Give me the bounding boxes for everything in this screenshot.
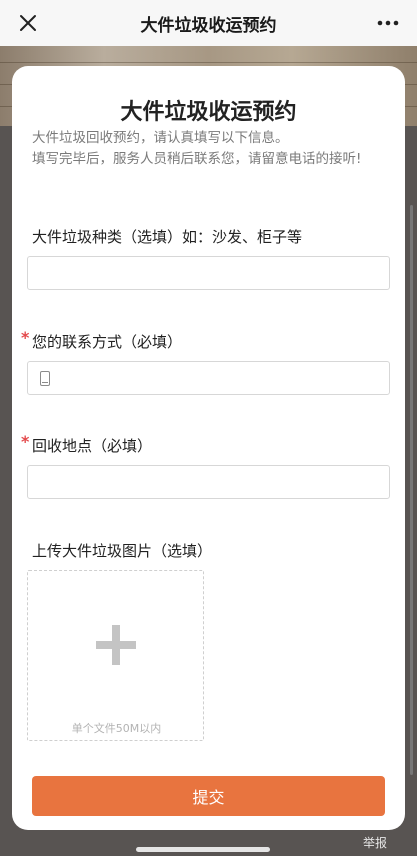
image-upload-area[interactable]: 单个文件50M以内: [27, 570, 204, 741]
upload-label: 上传大件垃圾图片（选填）: [32, 542, 213, 560]
contact-label: 您的联系方式（必填）: [32, 333, 183, 351]
upload-hint: 单个文件50M以内: [71, 722, 162, 735]
phone-icon: [40, 371, 50, 386]
home-indicator: [136, 847, 270, 852]
waste-type-input[interactable]: [27, 256, 390, 290]
form-title: 大件垃圾收运预约: [120, 100, 297, 125]
location-input[interactable]: [27, 465, 390, 499]
nav-bar: 大件垃圾收运预约: [0, 0, 417, 46]
plus-icon: [96, 625, 136, 665]
form-card: 大件垃圾收运预约 大件垃圾回收预约，请认真填写以下信息。 填写完毕后，服务人员稍…: [12, 66, 405, 830]
scrollbar[interactable]: [410, 205, 413, 775]
required-mark: *: [21, 432, 30, 451]
submit-button[interactable]: 提交: [32, 776, 385, 816]
close-icon[interactable]: [12, 7, 44, 39]
required-mark: *: [21, 328, 30, 347]
report-link[interactable]: 举报: [363, 834, 387, 851]
intro-line-2: 填写完毕后，服务人员稍后联系您，请留意电话的接听!: [32, 151, 362, 167]
more-dots-icon[interactable]: [373, 8, 403, 38]
form-intro: 大件垃圾回收预约，请认真填写以下信息。 填写完毕后，服务人员稍后联系您，请留意电…: [32, 128, 392, 170]
intro-line-1: 大件垃圾回收预约，请认真填写以下信息。: [32, 130, 289, 146]
waste-type-label: 大件垃圾种类（选填）如：沙发、柜子等: [32, 228, 303, 246]
nav-title: 大件垃圾收运预约: [140, 15, 277, 36]
contact-input[interactable]: [27, 361, 390, 395]
location-label: 回收地点（必填）: [32, 437, 153, 455]
